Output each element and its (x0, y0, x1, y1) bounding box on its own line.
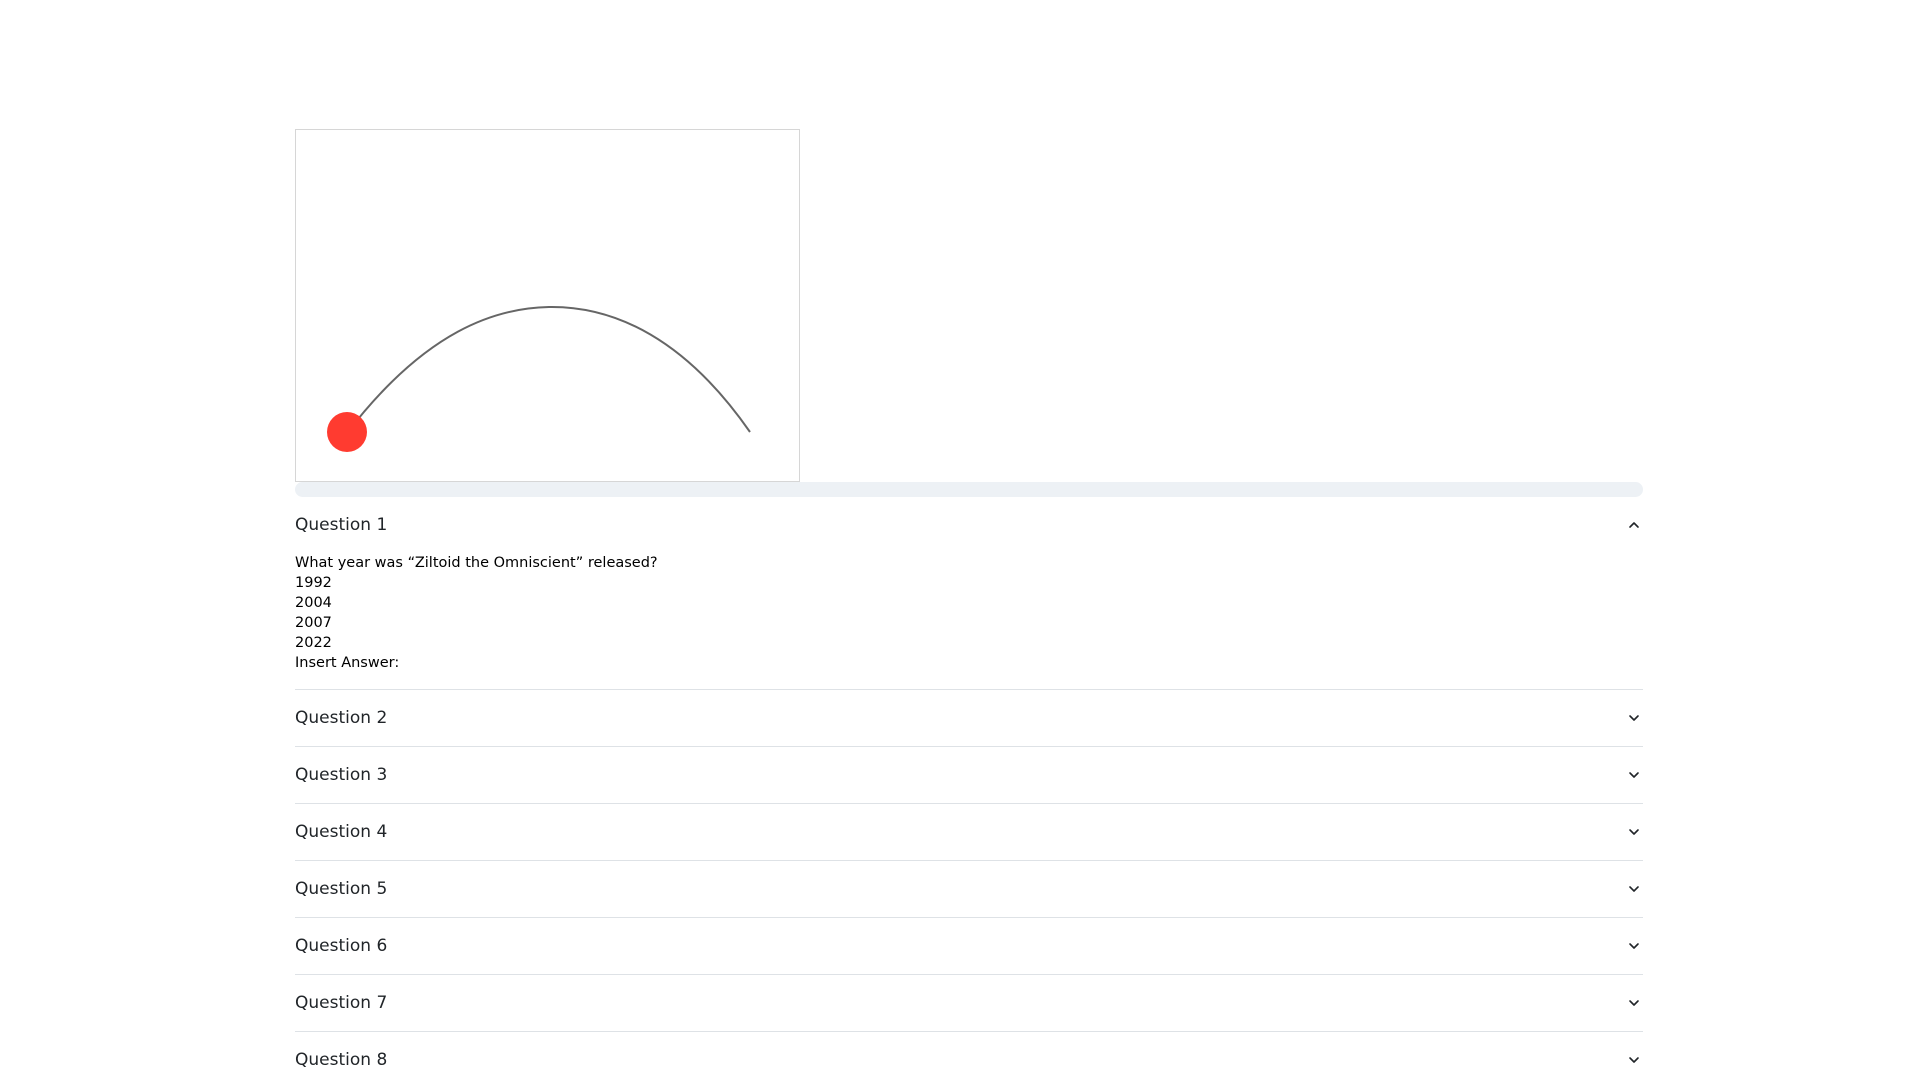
chevron-down-icon (1627, 1053, 1641, 1067)
question-title: Question 5 (295, 879, 388, 899)
question-item-7: Question 7 (295, 975, 1643, 1032)
question-header-6[interactable]: Question 6 (295, 918, 1643, 974)
chevron-down-icon (1627, 825, 1641, 839)
question-title: Question 8 (295, 1050, 388, 1070)
chevron-down-icon (1627, 939, 1641, 953)
question-title: Question 1 (295, 515, 388, 535)
trajectory-animation (327, 305, 751, 452)
question-prompt: What year was “Ziltoid the Omniscient” r… (295, 555, 658, 571)
question-title: Question 6 (295, 936, 388, 956)
page: Question 1 What year was “Ziltoid the Om… (0, 0, 1920, 1080)
question-header-4[interactable]: Question 4 (295, 804, 1643, 860)
question-title: Question 4 (295, 822, 388, 842)
chevron-up-icon (1627, 518, 1641, 532)
trajectory-path (346, 305, 751, 434)
progress-bar (295, 482, 1643, 497)
answer-label: Insert Answer: (295, 655, 400, 671)
question-title: Question 3 (295, 765, 388, 785)
chevron-down-icon (1627, 996, 1641, 1010)
question-item-2: Question 2 (295, 690, 1643, 747)
question-header-8[interactable]: Question 8 (295, 1032, 1643, 1080)
question-item-5: Question 5 (295, 861, 1643, 918)
accordion: Question 1 What year was “Ziltoid the Om… (295, 497, 1643, 1080)
question-header-5[interactable]: Question 5 (295, 861, 1643, 917)
chevron-down-icon (1627, 768, 1641, 782)
question-item-6: Question 6 (295, 918, 1643, 975)
question-item-1: Question 1 What year was “Ziltoid the Om… (295, 497, 1643, 690)
answer-option: 2004 (295, 595, 332, 611)
answer-option: 2022 (295, 635, 332, 651)
question-body-1: What year was “Ziltoid the Omniscient” r… (295, 553, 1643, 689)
chevron-down-icon (1627, 711, 1641, 725)
question-header-3[interactable]: Question 3 (295, 747, 1643, 803)
quiz-container: Question 1 What year was “Ziltoid the Om… (295, 129, 1643, 1080)
question-title: Question 7 (295, 993, 388, 1013)
ball (327, 412, 367, 452)
question-header-7[interactable]: Question 7 (295, 975, 1643, 1031)
question-header-2[interactable]: Question 2 (295, 690, 1643, 746)
answer-option: 1992 (295, 575, 332, 591)
answer-option: 2007 (295, 615, 332, 631)
chevron-down-icon (1627, 882, 1641, 896)
question-item-4: Question 4 (295, 804, 1643, 861)
question-item-8: Question 8 (295, 1032, 1643, 1080)
animation-canvas (295, 129, 800, 482)
question-header-1[interactable]: Question 1 (295, 497, 1643, 553)
question-item-3: Question 3 (295, 747, 1643, 804)
question-title: Question 2 (295, 708, 388, 728)
